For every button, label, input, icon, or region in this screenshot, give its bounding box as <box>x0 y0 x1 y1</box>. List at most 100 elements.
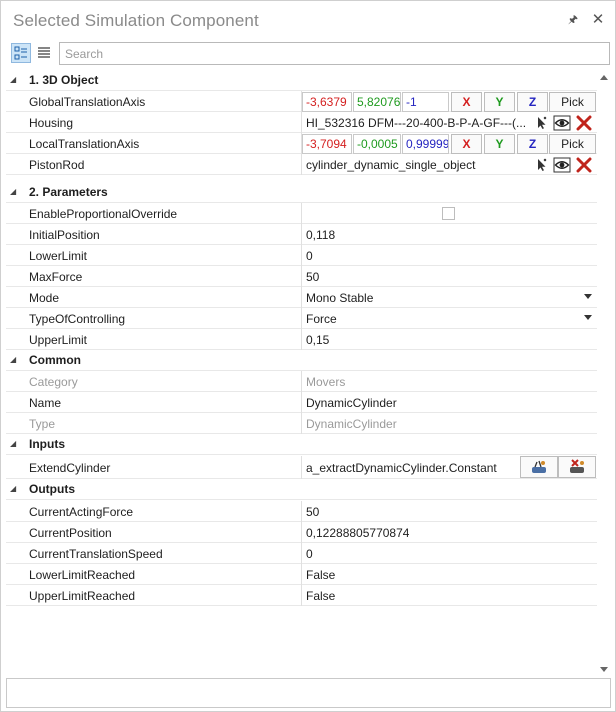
column-divider <box>301 371 302 392</box>
property-row-enableproportionaloverride: EnableProportionalOverride <box>6 203 597 224</box>
category-common[interactable]: ◢ Common <box>6 350 597 371</box>
connect-signal-icon <box>532 460 546 473</box>
global-z-button[interactable]: Z <box>517 92 548 112</box>
property-name: GlobalTranslationAxis <box>29 95 146 109</box>
column-divider <box>301 501 302 522</box>
upper-limit-reached-value: False <box>306 589 336 603</box>
local-z-button[interactable]: Z <box>517 134 548 154</box>
category-inputs[interactable]: ◢ Inputs <box>6 434 597 455</box>
collapse-triangle-icon[interactable]: ◢ <box>10 440 18 448</box>
global-y-field[interactable]: 5,82076 <box>353 92 401 112</box>
alphabetical-view-button[interactable] <box>35 43 55 63</box>
property-name: TypeOfControlling <box>29 312 126 326</box>
global-pick-button[interactable]: Pick <box>549 92 596 112</box>
column-divider <box>301 522 302 543</box>
title-bar: Selected Simulation Component 🖈 ✕ <box>1 1 615 39</box>
local-pick-button[interactable]: Pick <box>549 134 596 154</box>
pin-icon[interactable]: 🖈 <box>565 11 581 29</box>
property-row-localtranslationaxis: LocalTranslationAxis -3,7094 -0,0005 0,9… <box>6 133 597 154</box>
scroll-down-icon[interactable] <box>600 667 608 672</box>
local-z-field[interactable]: 0,99999 <box>402 134 449 154</box>
current-acting-force-value: 50 <box>306 505 320 519</box>
collapse-triangle-icon[interactable]: ◢ <box>10 188 18 196</box>
scroll-up-icon[interactable] <box>600 75 608 80</box>
column-divider <box>301 308 302 329</box>
chevron-down-icon[interactable] <box>584 315 592 320</box>
property-grid: ◢ 1. 3D Object GlobalTranslationAxis -3,… <box>6 70 597 677</box>
collapse-triangle-icon[interactable]: ◢ <box>10 356 18 364</box>
column-divider <box>301 543 302 564</box>
pistonrod-value[interactable]: cylinder_dynamic_single_object <box>306 158 528 172</box>
global-y-button[interactable]: Y <box>484 92 515 112</box>
category-outputs[interactable]: ◢ Outputs <box>6 479 597 500</box>
categorized-icon <box>14 46 27 60</box>
type-value: DynamicCylinder <box>306 417 397 431</box>
collapse-triangle-icon[interactable]: ◢ <box>10 485 18 493</box>
extend-cylinder-value[interactable]: a_extractDynamicCylinder.Constant <box>306 461 518 475</box>
name-value[interactable]: DynamicCylinder <box>306 396 397 410</box>
max-force-value[interactable]: 50 <box>306 270 319 284</box>
disconnect-signal-button[interactable] <box>558 456 596 478</box>
property-name: LocalTranslationAxis <box>29 137 140 151</box>
vertical-scrollbar[interactable] <box>597 70 611 677</box>
upper-limit-value[interactable]: 0,15 <box>306 333 329 347</box>
current-translation-speed-value: 0 <box>306 547 313 561</box>
column-divider <box>301 203 302 224</box>
property-name: Mode <box>29 291 60 305</box>
delete-icon[interactable] <box>576 157 592 173</box>
mode-select[interactable]: Mono Stable <box>306 291 373 305</box>
category-parameters[interactable]: ◢ 2. Parameters <box>6 182 597 203</box>
enable-proportional-override-checkbox[interactable] <box>442 207 455 220</box>
property-row-pistonrod: PistonRod cylinder_dynamic_single_object <box>6 154 597 175</box>
delete-icon[interactable] <box>576 115 592 131</box>
search-input[interactable] <box>59 42 610 65</box>
property-row-maxforce: MaxForce 50 <box>6 266 597 287</box>
initial-position-value[interactable]: 0,118 <box>306 228 335 242</box>
global-x-button[interactable]: X <box>451 92 482 112</box>
categorized-view-button[interactable] <box>11 43 31 63</box>
toolbar <box>1 39 615 69</box>
local-x-field[interactable]: -3,7094 <box>302 134 352 154</box>
property-name: CurrentPosition <box>29 526 112 540</box>
category-value: Movers <box>306 375 346 389</box>
property-row-currenttranslationspeed: CurrentTranslationSpeed 0 <box>6 543 597 564</box>
column-divider <box>301 245 302 266</box>
category-3d-object[interactable]: ◢ 1. 3D Object <box>6 70 597 91</box>
pick-cursor-icon[interactable] <box>533 115 549 131</box>
column-divider <box>301 112 302 133</box>
global-z-field[interactable]: -1 <box>402 92 449 112</box>
visibility-eye-icon[interactable] <box>553 157 571 173</box>
property-row-mode: Mode Mono Stable <box>6 287 597 308</box>
local-y-field[interactable]: -0,0005 <box>353 134 401 154</box>
property-row-housing: Housing HI_532316 DFM---20-400-B-P-A-GF-… <box>6 112 597 133</box>
local-x-button[interactable]: X <box>451 134 482 154</box>
housing-value[interactable]: HI_532316 DFM---20-400-B-P-A-GF---(... <box>306 116 528 130</box>
category-label: 1. 3D Object <box>29 73 99 87</box>
property-name: LowerLimit <box>29 249 88 263</box>
column-divider <box>301 585 302 606</box>
collapse-triangle-icon[interactable]: ◢ <box>10 76 18 84</box>
local-y-button[interactable]: Y <box>484 134 515 154</box>
chevron-down-icon[interactable] <box>584 294 592 299</box>
lower-limit-value[interactable]: 0 <box>306 249 313 263</box>
property-name: CurrentTranslationSpeed <box>29 547 163 561</box>
property-row-currentactingforce: CurrentActingForce 50 <box>6 501 597 522</box>
property-name: PistonRod <box>29 158 85 172</box>
category-label: 2. Parameters <box>29 185 108 199</box>
current-position-value: 0,12288805770874 <box>306 526 410 540</box>
property-row-initialposition: InitialPosition 0,118 <box>6 224 597 245</box>
property-name: UpperLimit <box>29 333 88 347</box>
visibility-eye-icon[interactable] <box>553 115 571 131</box>
selected-simulation-component-panel: Selected Simulation Component 🖈 ✕ Search… <box>0 0 616 712</box>
close-icon[interactable]: ✕ <box>590 11 606 29</box>
property-row-currentposition: CurrentPosition 0,12288805770874 <box>6 522 597 543</box>
connect-signal-button[interactable] <box>520 456 558 478</box>
property-name: Name <box>29 396 62 410</box>
type-of-controlling-select[interactable]: Force <box>306 312 337 326</box>
property-name: ExtendCylinder <box>29 461 111 475</box>
property-name: EnableProportionalOverride <box>29 207 178 221</box>
pick-cursor-icon[interactable] <box>533 157 549 173</box>
property-name: Type <box>29 417 56 431</box>
global-x-field[interactable]: -3,6379 <box>302 92 352 112</box>
column-divider <box>301 413 302 434</box>
